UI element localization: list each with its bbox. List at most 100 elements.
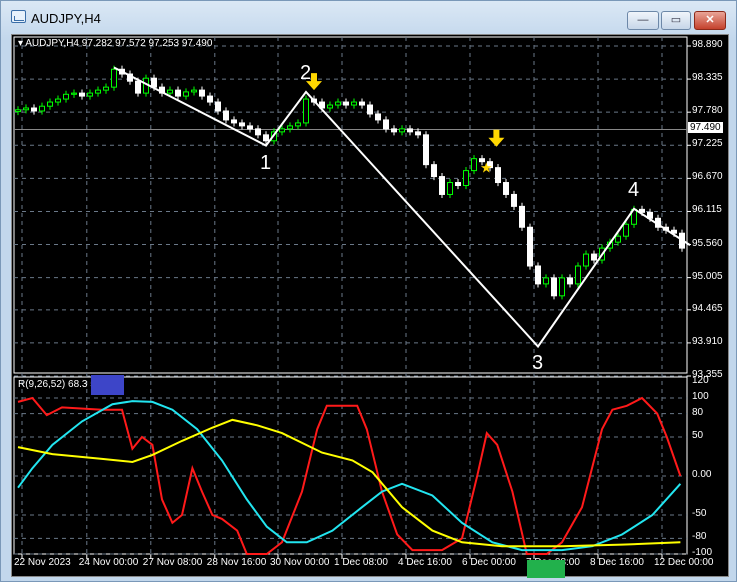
bull-candle — [471, 158, 477, 172]
bear-candle — [135, 80, 141, 94]
bull-candle — [55, 98, 61, 103]
bull-candle — [287, 125, 293, 130]
chart-window-icon — [11, 10, 26, 23]
bear-candle — [511, 193, 517, 207]
title-bar[interactable]: AUDJPY,H4 — ▭ ✕ — [1, 1, 736, 33]
bear-candle — [79, 92, 85, 97]
price-tick-label: 98.890 — [692, 39, 723, 50]
bull-candle — [167, 89, 173, 94]
bull-candle — [447, 182, 453, 195]
price-tick-label: 93.910 — [692, 335, 723, 347]
bear-candle — [527, 226, 533, 267]
bull-candle — [575, 265, 581, 285]
time-tick-label: 22 Nov 2023 — [14, 557, 71, 568]
bull-candle — [351, 101, 357, 106]
indicator-tick-label: -100 — [692, 547, 713, 558]
price-tick-label: 97.780 — [692, 105, 723, 117]
price-tick-label: 96.115 — [692, 204, 722, 216]
bull-candle — [583, 253, 589, 267]
indicator-tick-label: 80 — [692, 406, 704, 418]
price-tick-label: 95.560 — [692, 237, 723, 249]
bear-candle — [503, 182, 509, 195]
bear-candle — [567, 277, 573, 285]
bear-candle — [199, 89, 205, 97]
bull-candle — [15, 109, 21, 113]
bull-candle — [615, 235, 621, 243]
bull-candle — [87, 92, 93, 97]
bear-candle — [207, 95, 213, 103]
time-tick-label: 6 Dec 00:00 — [462, 557, 516, 568]
indicator-line-red — [17, 396, 682, 555]
time-tick-label: 1 Dec 08:00 — [334, 557, 388, 568]
bear-candle — [359, 101, 365, 106]
bear-candle — [239, 122, 245, 127]
bull-candle — [191, 89, 197, 93]
close-button[interactable]: ✕ — [694, 11, 726, 30]
bull-candle — [303, 98, 309, 124]
bear-candle — [391, 128, 397, 133]
bear-candle — [519, 205, 525, 228]
wave-label: 3 — [532, 352, 544, 375]
bear-candle — [495, 167, 501, 184]
redaction-box-blue — [91, 375, 124, 395]
bear-candle — [223, 110, 229, 121]
time-tick-label: 28 Nov 16:00 — [206, 557, 267, 568]
bull-candle — [47, 101, 53, 107]
wave-label: 4 — [628, 178, 640, 201]
indicator-line-cyan — [17, 400, 682, 552]
indicator-tick-label: 0.00 — [692, 469, 712, 480]
price-tick-label: 94.465 — [692, 302, 723, 314]
bull-candle — [623, 223, 629, 237]
chart-ohlc-text: AUDJPY,H4 97.282 97.572 97.253 97.490 — [25, 38, 213, 49]
bear-candle — [263, 134, 269, 142]
chart-window: AUDJPY,H4 — ▭ ✕ ★ ▾ AUDJPY,H4 97.282 97.… — [0, 0, 737, 582]
indicator-tick-label: 120 — [692, 375, 709, 387]
bull-candle — [111, 68, 117, 88]
bear-candle — [439, 176, 445, 195]
bull-candle — [23, 107, 29, 111]
bear-candle — [343, 101, 349, 106]
bull-candle — [399, 128, 405, 133]
bear-candle — [415, 131, 421, 136]
down-arrow-icon — [488, 129, 505, 147]
bull-candle — [295, 122, 301, 127]
bull-candle — [103, 86, 109, 91]
bear-candle — [31, 107, 37, 112]
redaction-box-green — [527, 560, 565, 578]
bear-candle — [215, 101, 221, 112]
maximize-button[interactable]: ▭ — [661, 11, 691, 30]
bear-candle — [551, 277, 557, 297]
bear-candle — [247, 125, 253, 130]
bull-candle — [279, 128, 285, 133]
price-tick-label: 95.005 — [692, 270, 723, 282]
time-tick-label: 27 Nov 08:00 — [142, 557, 203, 568]
bear-candle — [367, 104, 373, 115]
indicator-tick-label: -50 — [692, 508, 707, 519]
chart-header: ▾ AUDJPY,H4 97.282 97.572 97.253 97.490 — [18, 38, 213, 49]
price-tick-label: 98.335 — [692, 72, 723, 84]
time-tick-label: 4 Dec 16:00 — [398, 557, 452, 568]
indicator-tick-label: 50 — [692, 430, 704, 441]
bear-candle — [591, 253, 597, 261]
bear-candle — [383, 119, 389, 130]
bull-candle — [63, 93, 69, 100]
bear-candle — [455, 182, 461, 187]
chart-canvas[interactable]: ★ — [12, 35, 730, 578]
bear-candle — [375, 113, 381, 121]
bull-candle — [39, 105, 45, 112]
bull-candle — [95, 89, 101, 94]
star-icon: ★ — [480, 160, 493, 176]
bull-candle — [183, 91, 189, 97]
time-tick-label: 30 Nov 00:00 — [270, 557, 330, 568]
wave-label: 1 — [260, 151, 272, 174]
bear-candle — [431, 164, 437, 178]
chart-area[interactable]: ★ ▾ AUDJPY,H4 97.282 97.572 97.253 97.49… — [11, 34, 730, 578]
bear-candle — [255, 128, 261, 136]
current-price-label: 97.490 — [688, 122, 723, 134]
bull-candle — [327, 104, 333, 109]
bear-candle — [535, 265, 541, 285]
bull-candle — [559, 277, 565, 297]
minimize-button[interactable]: — — [627, 11, 659, 30]
indicator-tick-label: 100 — [692, 391, 709, 402]
bear-candle — [175, 89, 181, 97]
